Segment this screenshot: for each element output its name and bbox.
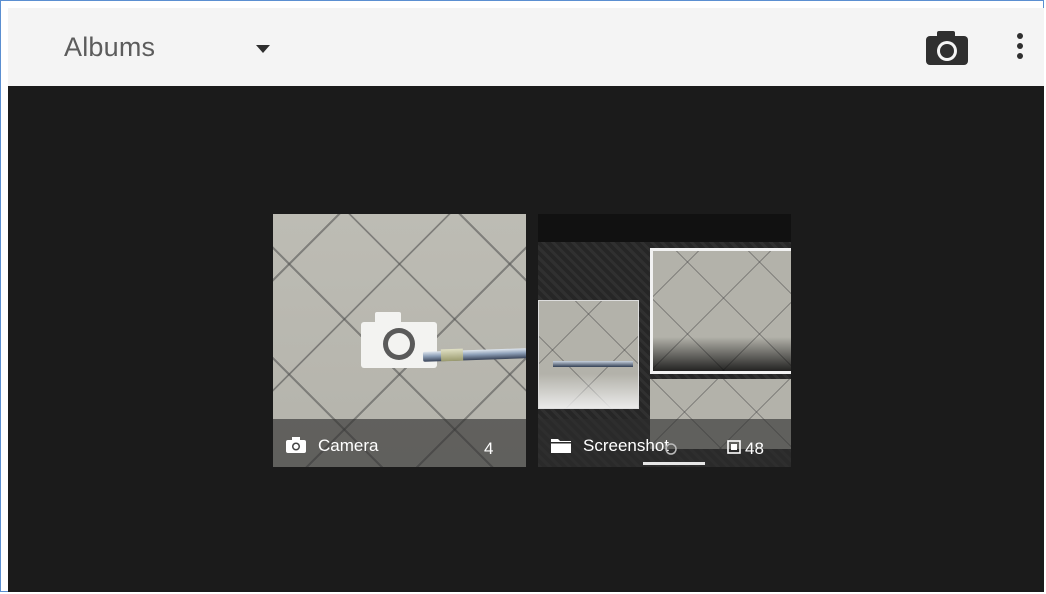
refresh-icon — [665, 443, 677, 455]
album-count: 48 — [745, 439, 764, 458]
album-grid: Camera 4 Screenshot 48 — [8, 86, 1044, 592]
album-title[interactable]: Albums — [64, 32, 155, 63]
album-tile-screenshot[interactable]: Screenshot 48 — [538, 214, 791, 467]
caret-down-icon[interactable] — [256, 45, 270, 53]
camera-icon — [926, 31, 968, 65]
camera-icon — [286, 437, 306, 453]
album-count: 4 — [484, 439, 494, 458]
thumbnail-shade — [653, 337, 791, 371]
more-vert-icon — [1017, 33, 1023, 59]
screenshot-preview-thumbnail — [538, 300, 639, 409]
pen-band-detail — [440, 348, 464, 362]
app-bar: Albums — [8, 8, 1044, 87]
screenshot-preview-topbar — [538, 214, 791, 242]
folder-icon — [551, 439, 571, 453]
camera-button[interactable] — [922, 28, 972, 68]
pen-photo-detail — [553, 361, 633, 367]
thumbnail-glare — [539, 374, 638, 408]
album-name: Screenshot — [583, 436, 669, 455]
nav-indicator — [643, 462, 705, 465]
stack-icon — [727, 440, 741, 454]
album-name: Camera — [318, 436, 379, 455]
screenshot-preview-thumbnail — [650, 248, 791, 374]
album-label-bar: Camera 4 — [273, 419, 526, 467]
album-tile-camera[interactable]: Camera 4 — [273, 214, 526, 467]
overflow-menu-button[interactable] — [1006, 28, 1034, 68]
